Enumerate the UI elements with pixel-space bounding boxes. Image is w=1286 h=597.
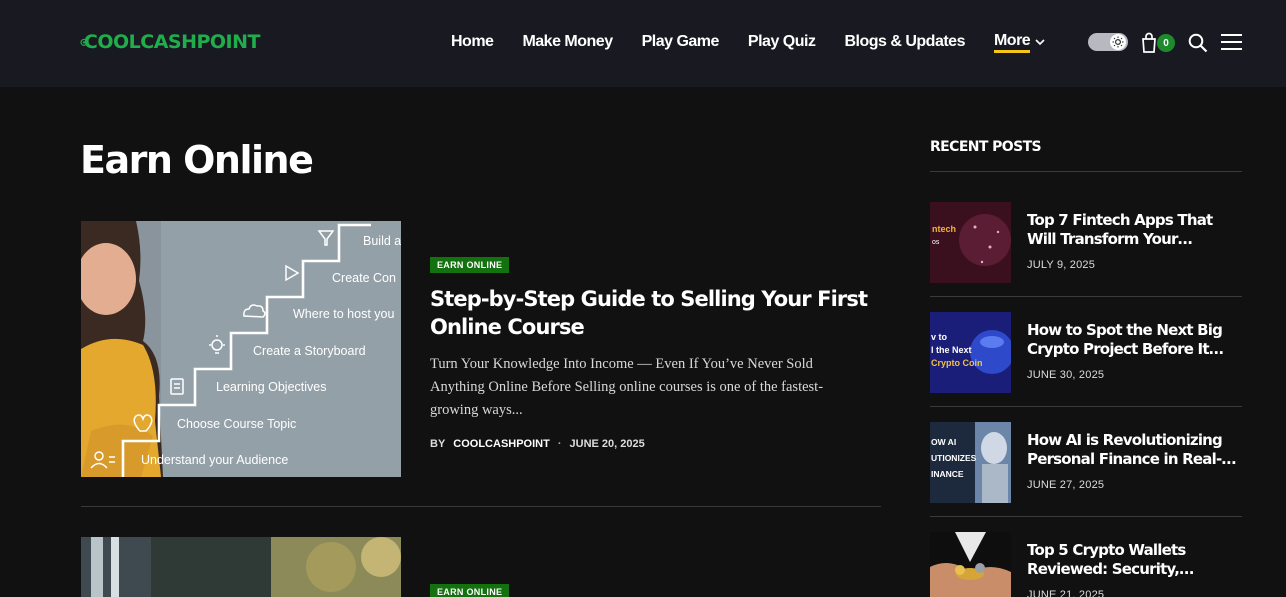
post-card: EARN ONLINE: [81, 537, 881, 597]
recent-post-date: JUNE 27, 2025: [1027, 479, 1105, 491]
recent-post-thumbnail: ntech os: [930, 202, 1011, 283]
meta-separator: ·: [557, 438, 562, 450]
recent-post-item[interactable]: v to l the Next Crypto Coin How to Spot …: [930, 312, 1242, 394]
recent-post-title[interactable]: How to Spot the Next Big Crypto Project …: [1027, 321, 1242, 359]
recent-post-thumbnail: v to l the Next Crypto Coin: [930, 312, 1011, 393]
recent-post-item[interactable]: ntech os Top 7 Fintech Apps That Will Tr…: [930, 202, 1242, 284]
nav-blogs-updates[interactable]: Blogs & Updates: [844, 33, 965, 51]
page-title: Earn Online: [80, 138, 314, 182]
step-label: Create Con: [332, 271, 396, 285]
nav-more[interactable]: More: [993, 32, 1046, 53]
post-body: EARN ONLINE Step-by-Step Guide to Sellin…: [430, 255, 880, 450]
toggle-knob: [1110, 34, 1126, 50]
post-meta: BY COOLCASHPOINT · JUNE 20, 2025: [430, 438, 880, 450]
search-icon[interactable]: [1188, 33, 1208, 53]
sidebar-divider: [930, 171, 1242, 172]
recent-post-date: JUNE 21, 2025: [1027, 589, 1105, 597]
nav-home[interactable]: Home: [451, 33, 494, 51]
post-divider: [81, 506, 881, 507]
recent-post-date: JUNE 30, 2025: [1027, 369, 1105, 381]
thumb-text: INANCE: [931, 469, 964, 479]
category-badge[interactable]: EARN ONLINE: [430, 584, 510, 597]
recent-post-title[interactable]: Top 5 Crypto Wallets Reviewed: Security,…: [1027, 541, 1242, 579]
category-badge[interactable]: EARN ONLINE: [430, 257, 510, 273]
post-date: JUNE 20, 2025: [569, 438, 645, 450]
recent-post-title[interactable]: Top 7 Fintech Apps That Will Transform Y…: [1027, 211, 1242, 249]
site-header: COOLCASHPOINT Home Make Money Play Game …: [0, 0, 1286, 87]
chevron-down-icon: [1035, 39, 1045, 46]
dark-mode-toggle[interactable]: [1088, 33, 1128, 51]
main-nav: Home Make Money Play Game Play Quiz Blog…: [451, 30, 1046, 54]
recent-post-title[interactable]: How AI is Revolutionizing Personal Finan…: [1027, 431, 1242, 469]
menu-icon[interactable]: [1221, 33, 1242, 51]
recent-post-date: JULY 9, 2025: [1027, 259, 1096, 271]
thumb-text: UTIONIZES: [931, 453, 977, 463]
recent-post-thumbnail: [930, 532, 1011, 597]
thumb-text: v to: [931, 332, 948, 342]
course-steps-image: Build a Create Con Where to host you Cre…: [81, 221, 401, 477]
sidebar-divider: [930, 516, 1242, 517]
nav-more-label: More: [993, 32, 1031, 53]
post-image: [81, 537, 401, 597]
recent-post-item[interactable]: Top 5 Crypto Wallets Reviewed: Security,…: [930, 532, 1242, 597]
post-title[interactable]: Step-by-Step Guide to Selling Your First…: [430, 285, 880, 341]
nav-play-quiz[interactable]: Play Quiz: [748, 33, 816, 51]
step-label: Where to host you: [293, 307, 394, 321]
post-excerpt: Turn Your Knowledge Into Income — Even I…: [430, 356, 824, 418]
sun-icon: [1112, 36, 1124, 48]
post-author[interactable]: COOLCASHPOINT: [453, 438, 550, 450]
sidebar-divider: [930, 296, 1242, 297]
post-thumbnail[interactable]: [81, 537, 401, 597]
cart-count-badge: 0: [1157, 34, 1175, 52]
post-card: Build a Create Con Where to host you Cre…: [81, 221, 881, 481]
thumb-text: OW AI: [931, 437, 956, 447]
step-label: Understand your Audience: [141, 453, 288, 467]
thumb-text: os: [932, 239, 940, 246]
nav-play-game[interactable]: Play Game: [642, 33, 720, 51]
logo-mark-icon: [80, 38, 88, 46]
recent-post-thumbnail: OW AI UTIONIZES INANCE: [930, 422, 1011, 503]
thumb-text: Crypto Coin: [931, 358, 983, 368]
post-body: EARN ONLINE: [430, 582, 510, 597]
sidebar-divider: [930, 406, 1242, 407]
sidebar-heading: RECENT POSTS: [930, 139, 1042, 155]
site-logo[interactable]: COOLCASHPOINT: [80, 20, 261, 64]
thumb-text: ntech: [932, 224, 956, 234]
recent-post-item[interactable]: OW AI UTIONIZES INANCE How AI is Revolut…: [930, 422, 1242, 504]
meta-by-label: BY: [430, 438, 446, 450]
step-label: Build a: [363, 234, 401, 248]
step-label: Learning Objectives: [216, 380, 326, 394]
post-thumbnail[interactable]: Build a Create Con Where to host you Cre…: [81, 221, 401, 477]
nav-make-money[interactable]: Make Money: [522, 33, 613, 51]
thumb-text: l the Next: [931, 345, 972, 355]
step-label: Choose Course Topic: [177, 417, 296, 431]
logo-text: COOLCASHPOINT: [83, 31, 261, 53]
step-label: Create a Storyboard: [253, 344, 366, 358]
